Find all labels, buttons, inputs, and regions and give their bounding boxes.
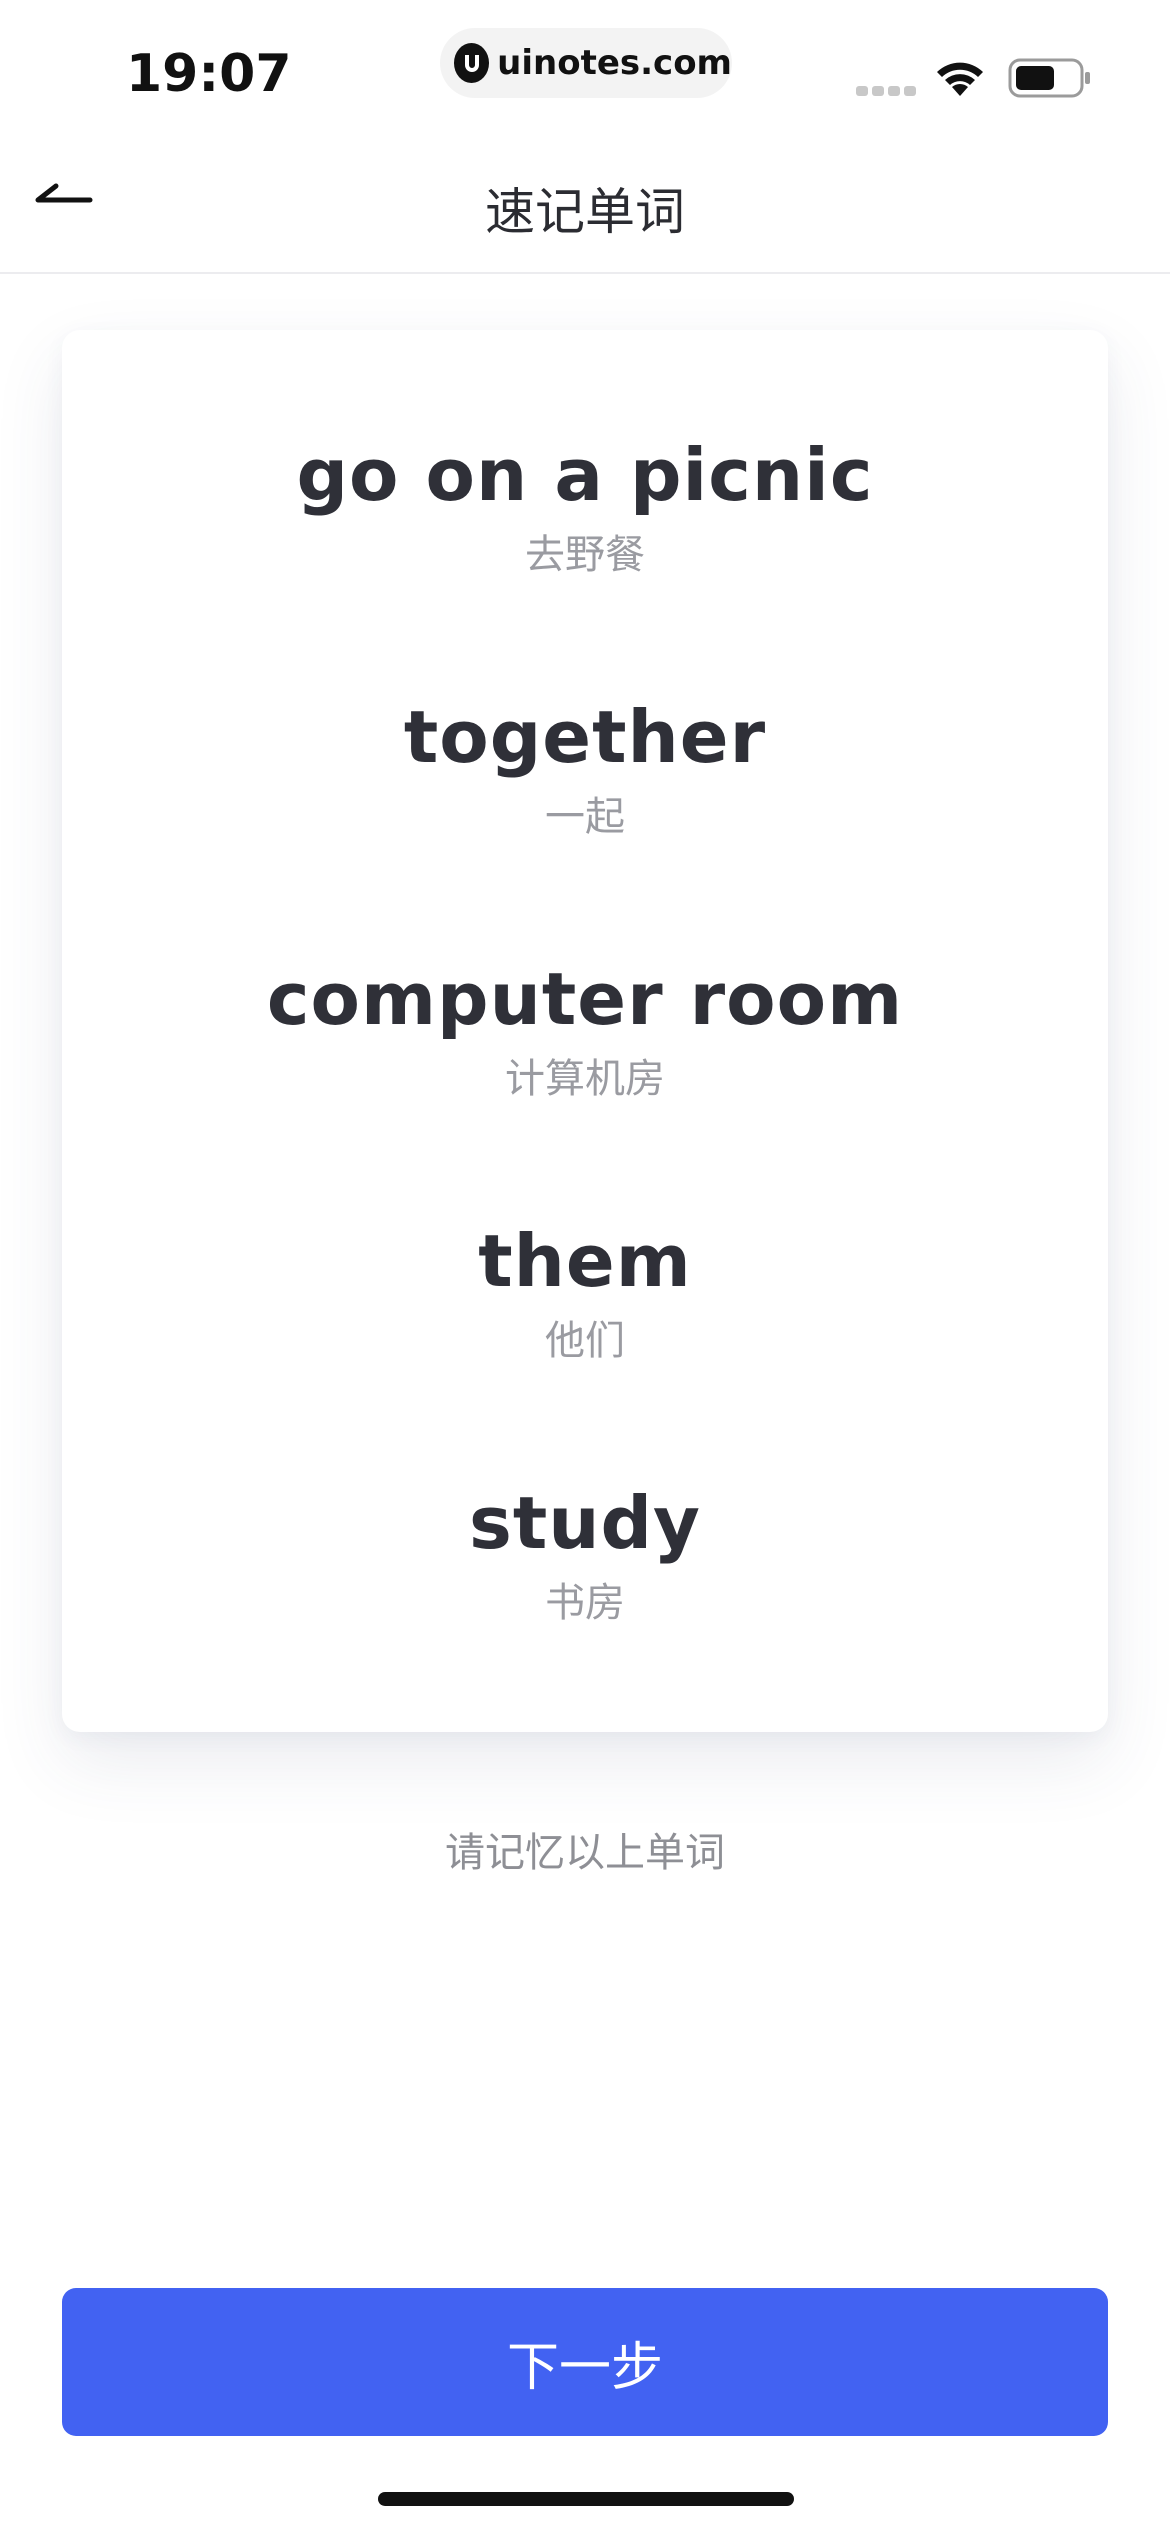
battery-icon [1008,58,1090,98]
memorize-hint: 请记忆以上单词 [445,1830,725,1876]
word-item: study 书房 [62,1478,1108,1628]
nav-bar: 速记单词 [0,130,1170,274]
word-item: together 一起 [62,692,1108,842]
url-text: uinotes.com [497,43,732,83]
word-english: study [468,1481,701,1565]
url-pill[interactable]: uinotes.com [440,28,732,98]
word-english: them [478,1219,692,1303]
next-step-button[interactable]: 下一步 [62,2288,1108,2436]
word-translation: 计算机房 [505,1056,665,1102]
word-translation: 他们 [545,1318,625,1364]
word-item: computer room 计算机房 [62,954,1108,1104]
site-logo-icon [454,43,490,83]
page: 19:07 uinotes.com 速记单词 go on a picnic 去野… [0,0,1170,2532]
word-card: go on a picnic 去野餐 together 一起 computer … [62,330,1108,1732]
wifi-icon [937,62,983,96]
word-translation: 去野餐 [525,532,645,578]
word-english: go on a picnic [296,433,874,517]
signal-icon [856,86,916,96]
word-item: go on a picnic 去野餐 [62,430,1108,580]
home-indicator[interactable] [378,2492,794,2506]
word-translation: 一起 [545,794,625,840]
word-english: computer room [266,957,904,1041]
word-english: together [403,695,767,779]
status-bar: 19:07 uinotes.com [0,0,1170,130]
page-title: 速记单词 [485,183,685,241]
word-item: them 他们 [62,1216,1108,1366]
status-time: 19:07 [126,44,292,104]
word-translation: 书房 [545,1580,625,1626]
